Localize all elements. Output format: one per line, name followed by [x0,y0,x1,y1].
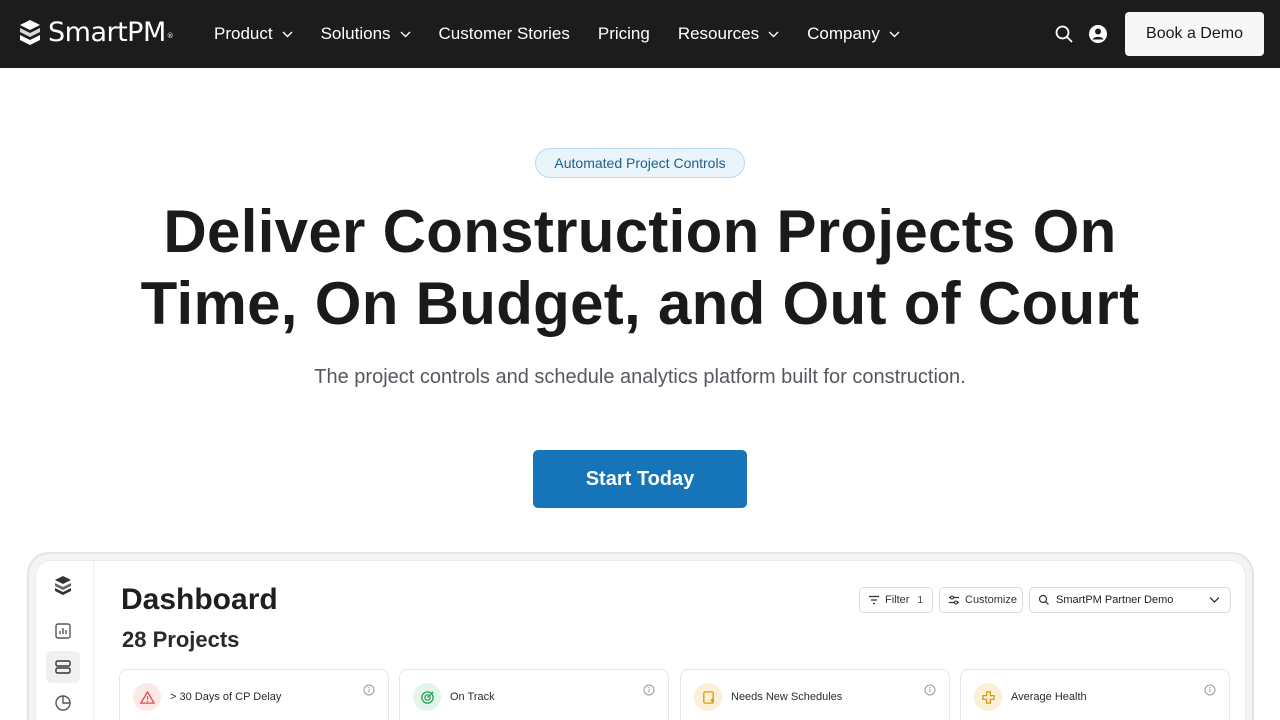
chevron-down-icon [768,31,779,37]
pie-icon[interactable] [53,693,73,713]
headline-line-1: Deliver Construction Projects On [163,198,1117,265]
chevron-down-icon [1209,597,1220,603]
dashboard-sidebar [36,561,94,720]
account-icon[interactable] [1088,24,1108,44]
dashboard-window: Dashboard 28 Projects Filter 1 Customize… [35,560,1246,720]
chevron-down-icon [282,31,293,37]
project-selector-value: SmartPM Partner Demo [1056,594,1174,606]
nav-item-product[interactable]: Product [214,24,293,44]
project-selector[interactable]: SmartPM Partner Demo [1029,587,1231,613]
card-on-track[interactable]: On Track [399,669,669,720]
brand-logo[interactable]: SmartPM® [18,17,174,49]
trademark-mark: ® [166,32,174,40]
card-needs-new-schedules[interactable]: Needs New Schedules [680,669,950,720]
nav-actions: Book a Demo [1054,12,1264,56]
customize-button[interactable]: Customize [939,587,1023,613]
hero-subhead: The project controls and schedule analyt… [314,366,966,388]
info-icon[interactable] [924,684,936,696]
info-icon[interactable] [363,684,375,696]
book-demo-button[interactable]: Book a Demo [1125,12,1264,56]
card-label: > 30 Days of CP Delay [170,691,282,703]
hero-badge: Automated Project Controls [535,148,745,178]
target-icon [413,683,441,711]
layers-icon[interactable] [53,657,73,677]
warning-icon [133,683,161,711]
card-label: On Track [450,691,495,703]
top-navigation: SmartPM® Product Solutions Customer Stor… [0,0,1280,68]
hero-headline: Deliver Construction Projects On Time, O… [90,196,1190,340]
dashboard-preview: Dashboard 28 Projects Filter 1 Customize… [27,552,1254,720]
dashboard-title: Dashboard [121,583,278,616]
customize-label: Customize [965,594,1017,606]
card-label: Average Health [1011,691,1087,703]
filter-button[interactable]: Filter 1 [859,587,933,613]
headline-line-2: Time, On Budget, and Out of Court [140,270,1140,337]
search-icon[interactable] [1054,24,1074,44]
smartpm-logo-icon [20,20,40,45]
nav-item-label: Customer Stories [438,24,570,43]
nav-item-resources[interactable]: Resources [678,24,779,44]
nav-item-pricing[interactable]: Pricing [598,24,650,44]
card-label: Needs New Schedules [731,691,843,703]
main-menu: Product Solutions Customer Stories Prici… [214,0,928,68]
chevron-down-icon [889,31,900,37]
project-count: 28 Projects [122,627,240,652]
brand-name: SmartPM® [48,17,174,48]
info-icon[interactable] [643,684,655,696]
nav-item-label: Company [807,24,880,43]
filter-label: Filter [885,594,910,606]
sliders-icon [949,595,959,605]
filter-icon [869,595,879,605]
nav-item-solutions[interactable]: Solutions [321,24,411,44]
nav-item-customer-stories[interactable]: Customer Stories [439,24,570,44]
info-icon[interactable] [1204,684,1216,696]
search-icon [1038,594,1049,605]
schedule-icon [694,683,722,711]
nav-item-label: Product [214,24,273,43]
nav-item-label: Pricing [597,24,650,43]
nav-item-label: Resources [677,24,760,43]
chevron-down-icon [400,31,411,37]
start-today-button[interactable]: Start Today [533,450,747,508]
nav-item-company[interactable]: Company [807,24,900,44]
health-icon [974,683,1002,711]
filter-count-badge: 1 [917,594,924,606]
chart-icon[interactable] [53,621,73,641]
nav-item-label: Solutions [320,24,391,43]
card-cp-delay[interactable]: > 30 Days of CP Delay [119,669,389,720]
logo-icon[interactable] [53,575,73,595]
card-average-health[interactable]: Average Health [960,669,1230,720]
